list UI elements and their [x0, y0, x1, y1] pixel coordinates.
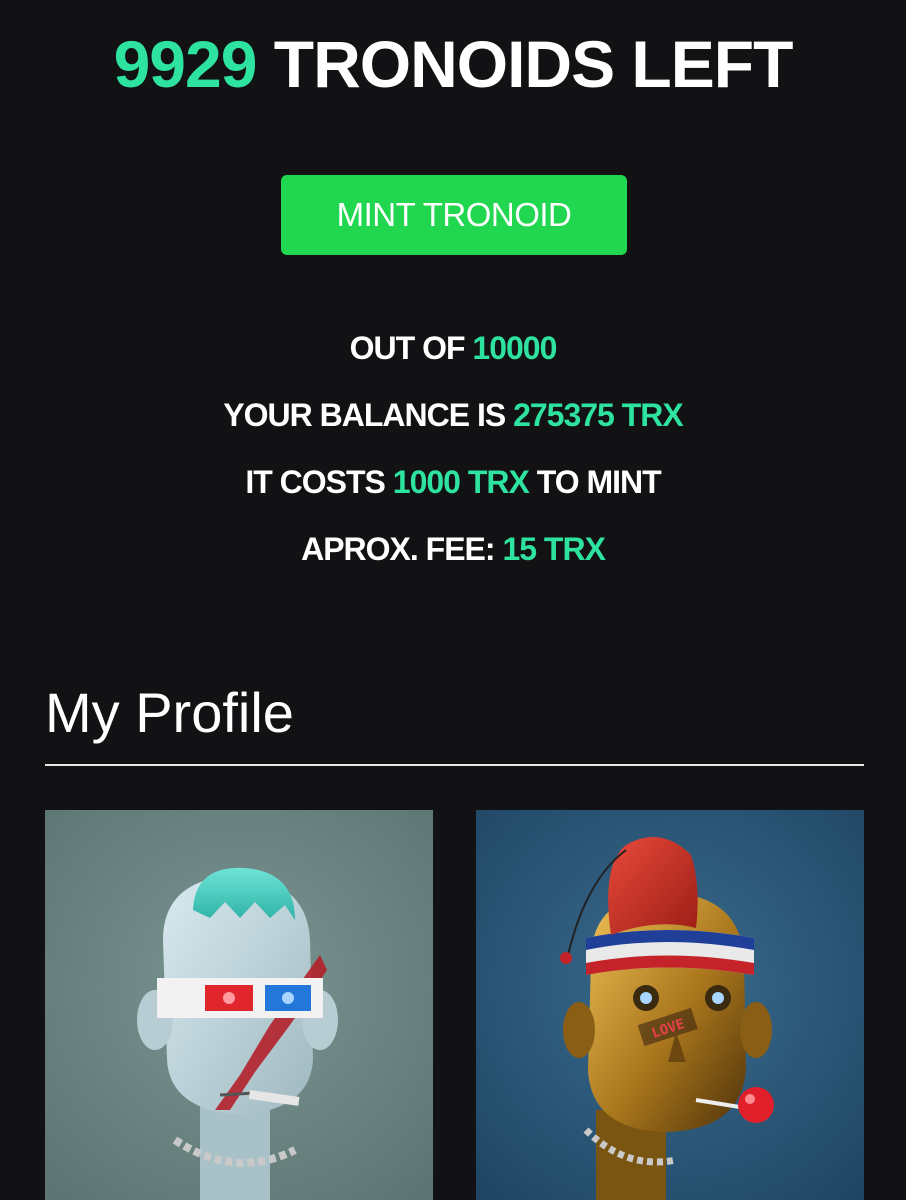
- cost-value: 1000 TRX: [392, 464, 530, 500]
- supply-line: OUT OF 10000: [0, 325, 906, 392]
- nft-card-1[interactable]: [45, 810, 433, 1200]
- balance-value: 275375 TRX: [513, 397, 684, 433]
- fee-line: APROX. FEE: 15 TRX: [0, 526, 906, 593]
- fee-value: 15 TRX: [502, 531, 605, 567]
- balance-prefix: YOUR BALANCE IS: [223, 397, 506, 433]
- cost-line: IT COSTS 1000 TRX TO MINT: [0, 459, 906, 526]
- mint-stats: OUT OF 10000 YOUR BALANCE IS 275375 TRX …: [0, 325, 906, 593]
- nft-card-2[interactable]: LOVE: [476, 810, 864, 1200]
- fee-prefix: APROX. FEE:: [301, 531, 495, 567]
- robot-fez-lollipop-icon: LOVE: [476, 810, 864, 1200]
- profile-divider: [45, 764, 864, 766]
- mint-tronoid-button[interactable]: MINT TRONOID: [281, 175, 627, 255]
- supply-value: 10000: [472, 330, 557, 366]
- tronoids-left-heading: 9929 TRONOIDS LEFT: [0, 22, 906, 106]
- cost-suffix: TO MINT: [536, 464, 662, 500]
- profile-title: My Profile: [45, 681, 294, 744]
- cost-prefix: IT COSTS: [245, 464, 386, 500]
- tronoids-left-count: 9929: [113, 27, 258, 101]
- tronoids-left-label: TRONOIDS LEFT: [273, 27, 794, 101]
- supply-prefix: OUT OF: [349, 330, 466, 366]
- balance-line: YOUR BALANCE IS 275375 TRX: [0, 392, 906, 459]
- robot-3d-glasses-icon: [45, 810, 433, 1200]
